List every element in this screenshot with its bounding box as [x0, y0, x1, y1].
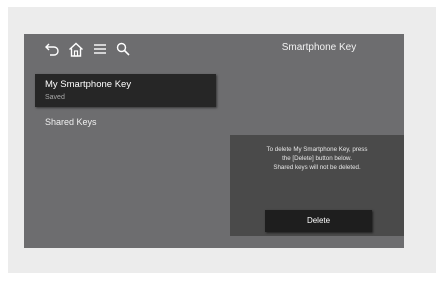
- infotainment-screen: Smartphone Key My Smartphone Key Saved S…: [24, 34, 404, 248]
- delete-info-panel: To delete My Smartphone Key, press the […: [230, 135, 404, 236]
- top-bar: Smartphone Key: [24, 34, 404, 64]
- list-item-my-smartphone-key[interactable]: My Smartphone Key Saved: [35, 74, 216, 107]
- home-icon[interactable]: [66, 39, 86, 59]
- search-icon[interactable]: [113, 39, 133, 59]
- page-title: Smartphone Key: [281, 42, 357, 53]
- delete-button[interactable]: Delete: [265, 210, 372, 232]
- instruction-line: Shared keys will not be deleted.: [273, 164, 361, 171]
- menu-icon[interactable]: [90, 39, 110, 59]
- back-icon[interactable]: [42, 39, 62, 59]
- instruction-line: the [Delete] button below.: [282, 155, 352, 162]
- list-item-shared-keys[interactable]: Shared Keys: [45, 117, 97, 127]
- list-item-label: My Smartphone Key: [45, 79, 132, 90]
- list-item-status: Saved: [45, 94, 65, 101]
- instruction-line: To delete My Smartphone Key, press: [266, 146, 368, 153]
- delete-instructions: To delete My Smartphone Key, press the […: [236, 145, 398, 172]
